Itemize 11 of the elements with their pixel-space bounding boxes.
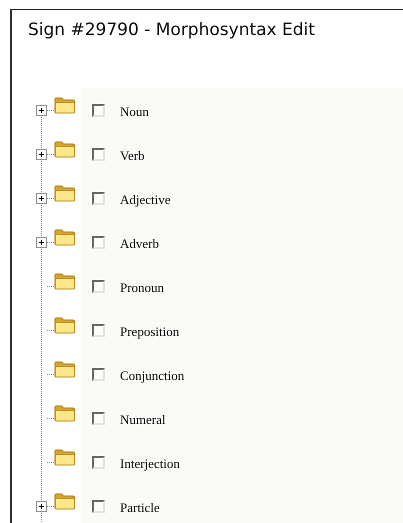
tree-item-label[interactable]: Interjection <box>120 456 180 472</box>
tree-item-label[interactable]: Adverb <box>120 236 159 252</box>
page-title: Sign #29790 - Morphosyntax Edit <box>27 19 316 42</box>
tree-item-label[interactable]: Preposition <box>120 324 180 340</box>
tree-item-label[interactable]: Particle <box>120 500 160 516</box>
tree-item-label[interactable]: Noun <box>120 104 149 120</box>
tree-item-label[interactable]: Verb <box>120 148 145 164</box>
tree-item-label[interactable]: Adjective <box>120 192 171 208</box>
tree-item-label[interactable]: Pronoun <box>120 280 164 296</box>
tree-item-label[interactable]: Conjunction <box>120 368 184 384</box>
tree-item-label[interactable]: Numeral <box>120 412 166 428</box>
